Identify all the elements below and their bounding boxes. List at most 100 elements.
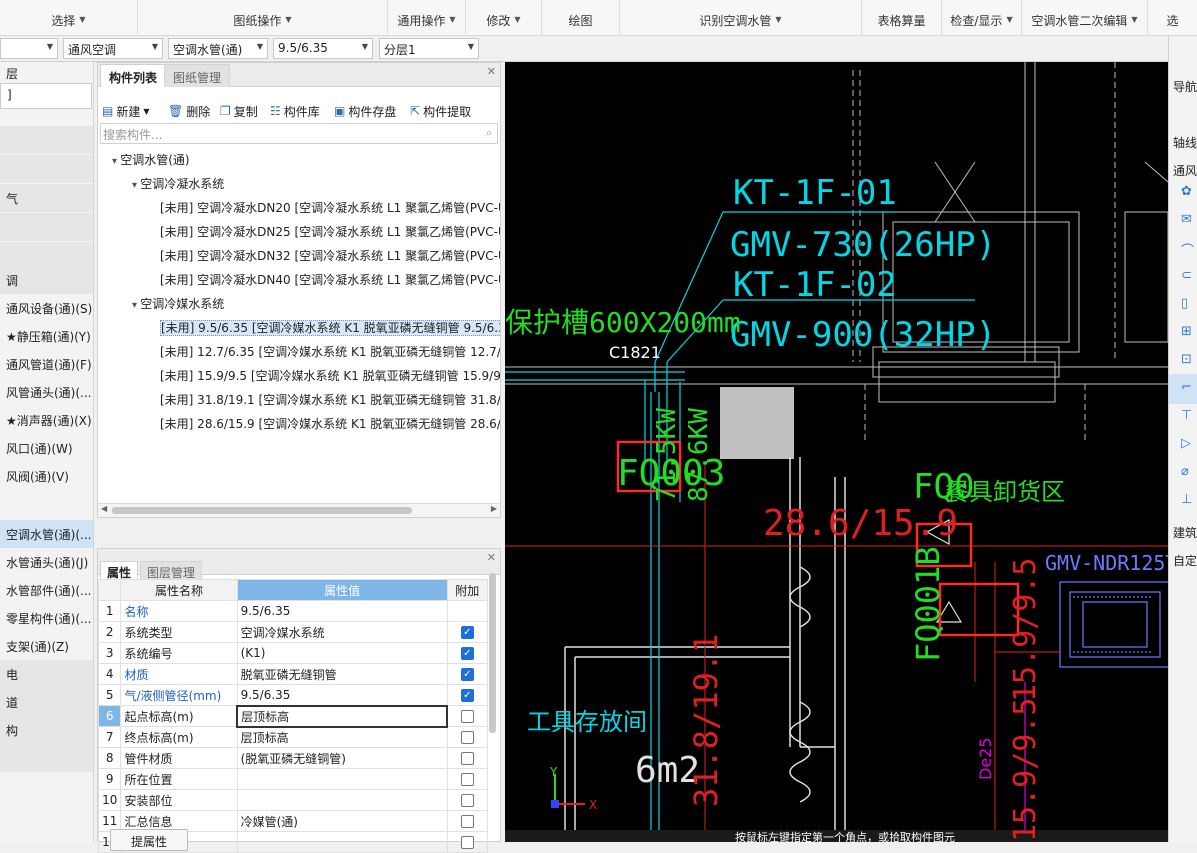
tree-item[interactable]: [未用] 31.8/19.1 [空调冷媒水系统 K1 脱氧亚磷无缝铜管 31.8…	[98, 387, 500, 411]
tree-item[interactable]: [未用] 空调冷凝水DN32 [空调冷凝水系统 L1 聚氯乙烯管(PVC-U	[98, 243, 500, 267]
nav-item[interactable]: 通风管道(通)(F)	[0, 350, 93, 378]
delete-button[interactable]: 🗑 删除	[168, 101, 210, 121]
nav-group[interactable]	[0, 213, 93, 241]
nav-group[interactable]	[0, 155, 93, 183]
close-icon[interactable]: ✕	[487, 65, 496, 78]
attribute-value[interactable]: 冷媒管(通)	[236, 810, 448, 832]
water-pipe-icon[interactable]: ⌐	[1181, 380, 1192, 395]
scrollbar-thumb[interactable]	[112, 507, 412, 514]
nav-group-hvac[interactable]: 调	[0, 266, 93, 294]
tree-item[interactable]: [未用] 15.9/9.5 [空调冷媒水系统 K1 脱氧亚磷无缝铜管 15.9/…	[98, 363, 500, 387]
attribute-value[interactable]: (脱氧亚磷无缝铜管)	[236, 747, 448, 769]
scroll-right-icon[interactable]: ▶	[491, 504, 497, 513]
cad-canvas[interactable]: KT-1F-01 GMV-730(26HP) KT-1F-02 GMV-900(…	[505, 62, 1168, 842]
nav-group[interactable]: 道	[0, 688, 93, 716]
ribbon-group-extra[interactable]: 选	[1148, 0, 1197, 36]
attribute-row[interactable]: 8 管件材质 (脱氧亚磷无缝铜管)	[97, 747, 489, 769]
tree-item[interactable]: [未用] 空调冷凝水DN25 [空调冷凝水系统 L1 聚氯乙烯管(PVC-U	[98, 219, 500, 243]
nav-group[interactable]: 构	[0, 716, 93, 744]
extra-checkbox[interactable]	[460, 836, 474, 849]
attribute-value[interactable]	[236, 831, 448, 853]
fitting-icon[interactable]: ⊂	[1181, 268, 1192, 283]
valve-icon[interactable]: ⊡	[1181, 352, 1192, 367]
tree-group[interactable]: ▾ 空调冷凝水系统	[98, 171, 500, 195]
nav-item[interactable]: 风口(通)(W)	[0, 434, 93, 462]
attributes-bottom-button[interactable]: 提属性	[110, 829, 188, 851]
tree-group[interactable]: ▾ 空调冷媒水系统	[98, 291, 500, 315]
attribute-row[interactable]: 3 系统编号 (K1) ✓	[97, 642, 489, 664]
tab-component-list[interactable]: 构件列表	[100, 64, 167, 87]
component-type-combo[interactable]: 空调水管(通) ▼	[168, 38, 268, 59]
extra-checkbox[interactable]	[460, 731, 474, 744]
save-component-button[interactable]: ▣ 构件存盘	[334, 101, 396, 121]
nav-item[interactable]: 风阀(通)(V)	[0, 462, 93, 490]
extra-checkbox[interactable]: ✓	[460, 647, 474, 660]
expand-icon[interactable]: ▾	[132, 300, 140, 311]
part-icon[interactable]: ⌀	[1181, 464, 1189, 479]
ribbon-group-common-ops[interactable]: 通用操作 ▼	[388, 0, 466, 36]
attribute-row[interactable]: 7 终点标高(m) 层顶标高	[97, 726, 489, 748]
ribbon-group-draw[interactable]: 绘图	[542, 0, 620, 36]
attribute-row[interactable]: 10 安装部位	[97, 789, 489, 811]
attribute-row[interactable]: 6 起点标高(m) 层顶标高	[97, 704, 489, 728]
tree-item[interactable]: [未用] 12.7/6.35 [空调冷媒水系统 K1 脱氧亚磷无缝铜管 12.7…	[98, 339, 500, 363]
attribute-value[interactable]: (K1)	[236, 642, 448, 664]
nav-group[interactable]	[0, 744, 93, 772]
discipline-combo[interactable]: 通风空调 ▼	[63, 38, 163, 59]
play-icon[interactable]: ▷	[1181, 436, 1191, 451]
duct-icon[interactable]: ⌒	[1181, 240, 1194, 259]
nav-group[interactable]: 电	[0, 660, 93, 688]
ribbon-group-table[interactable]: 表格算量	[862, 0, 942, 36]
attribute-row[interactable]: 1 名称 9.5/6.35	[97, 600, 489, 622]
tree-item[interactable]: [未用] 空调冷凝水DN20 [空调冷凝水系统 L1 聚氯乙烯管(PVC-U	[98, 195, 500, 219]
copy-button[interactable]: ❐ 复制	[220, 101, 258, 121]
nav-item[interactable]: 支架(通)(Z)	[0, 632, 93, 660]
tree-item[interactable]: [未用] 9.5/6.35 [空调冷媒水系统 K1 脱氧亚磷无缝铜管 9.5/6…	[98, 315, 500, 339]
extra-checkbox[interactable]	[460, 794, 474, 807]
nav-item[interactable]: 通风设备(通)(S)	[0, 294, 93, 322]
library-button[interactable]: ☷ 构件库	[270, 101, 320, 121]
support-icon[interactable]: ⊥	[1181, 492, 1192, 507]
attribute-row[interactable]: 4 材质 脱氧亚磷无缝铜管 ✓	[97, 663, 489, 685]
horizontal-scrollbar[interactable]: ◀ ▶	[98, 503, 500, 517]
floor-combo[interactable]: ▼	[0, 38, 58, 59]
close-icon[interactable]: ✕	[487, 551, 496, 564]
ribbon-group-identify-pipe[interactable]: 识别空调水管 ▼	[620, 0, 862, 36]
right-nav-custom[interactable]: 自定	[1173, 552, 1197, 569]
ribbon-group-modify[interactable]: 修改 ▼	[466, 0, 542, 36]
extra-checkbox[interactable]	[460, 815, 474, 828]
fan-icon[interactable]: ✿	[1181, 184, 1192, 199]
attribute-value[interactable]	[236, 789, 448, 811]
attribute-row[interactable]: 2 系统类型 空调冷媒水系统 ✓	[97, 621, 489, 643]
nav-item-selected[interactable]: 空调水管(通)(...	[0, 520, 93, 548]
extra-checkbox[interactable]	[461, 710, 475, 723]
tree-item[interactable]: [未用] 28.6/15.9 [空调冷媒水系统 K1 脱氧亚磷无缝铜管 28.6…	[98, 411, 500, 435]
new-button[interactable]: ▤ 新建 ▼	[102, 101, 150, 121]
extra-checkbox[interactable]: ✓	[460, 668, 474, 681]
right-nav-axis[interactable]: 轴线	[1173, 134, 1197, 151]
nav-item[interactable]: ★消声器(通)(X)	[0, 406, 93, 434]
nav-item[interactable]: ★静压箱(通)(Y)	[0, 322, 93, 350]
extra-checkbox[interactable]: ✓	[460, 689, 474, 702]
attribute-row[interactable]: 5 气/液侧管径(mm) 9.5/6.35 ✓	[97, 684, 489, 706]
tab-layer-management[interactable]: 图层管理	[140, 561, 203, 581]
right-nav-navigation[interactable]: 导航	[1173, 78, 1197, 95]
nav-item[interactable]: 水管部件(通)(...	[0, 576, 93, 604]
ribbon-group-drawing-ops[interactable]: 图纸操作 ▼	[138, 0, 388, 36]
joint-icon[interactable]: ⊤	[1181, 408, 1192, 423]
nav-item[interactable]: 风管通头(通)(...	[0, 378, 93, 406]
component-combo[interactable]: 9.5/6.35 ▼	[273, 38, 373, 59]
ribbon-group-check-display[interactable]: 检查/显示 ▼	[942, 0, 1022, 36]
tree-group[interactable]: ▾ 空调水管(通)	[98, 147, 500, 171]
attribute-value[interactable]: 层顶标高	[236, 726, 448, 748]
component-search-input[interactable]: 搜索构件...	[100, 123, 498, 144]
nav-item[interactable]: 零星构件(通)(...	[0, 604, 93, 632]
expand-icon[interactable]: ▾	[112, 156, 120, 167]
extract-component-button[interactable]: ⇱ 构件提取	[410, 101, 471, 121]
attribute-value[interactable]: 空调冷媒水系统	[236, 621, 448, 643]
extra-checkbox[interactable]	[460, 773, 474, 786]
attribute-value[interactable]: 脱氧亚磷无缝铜管	[236, 663, 448, 685]
attribute-value[interactable]: 9.5/6.35	[236, 600, 448, 622]
tab-drawing-management[interactable]: 图纸管理	[164, 64, 231, 87]
left-panel-search[interactable]: ]	[0, 83, 92, 109]
